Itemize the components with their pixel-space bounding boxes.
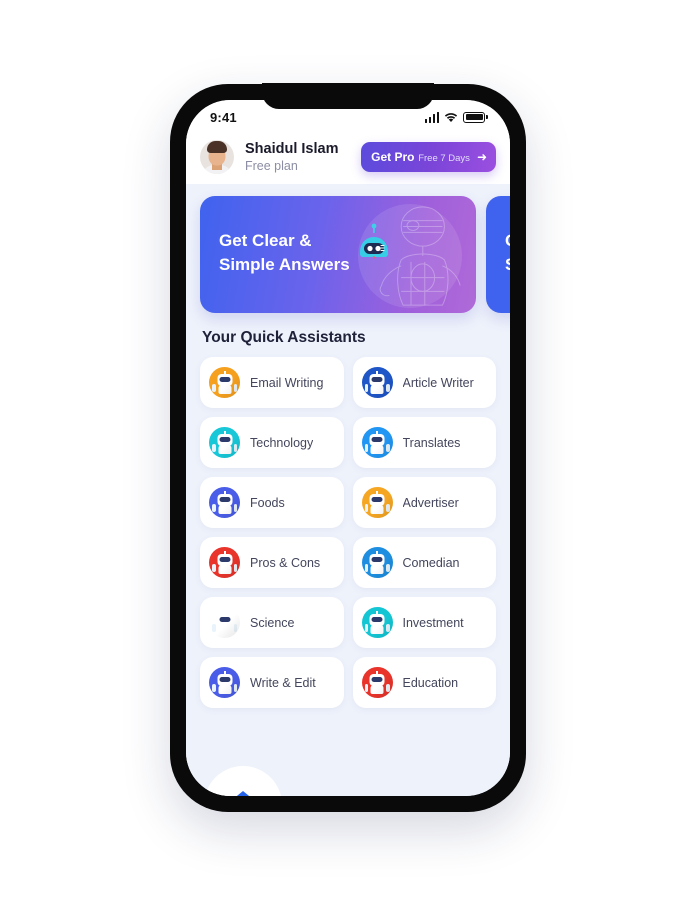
- assistant-card[interactable]: Science: [200, 597, 344, 648]
- robot-avatar-icon: [361, 367, 393, 398]
- arrow-right-icon: ➜: [476, 150, 487, 164]
- assistant-label: Advertiser: [402, 495, 459, 510]
- robot-avatar-icon: [361, 547, 393, 578]
- wifi-icon: [445, 112, 458, 122]
- nav-item-4[interactable]: [435, 780, 471, 796]
- assistant-card[interactable]: Write & Edit: [200, 657, 344, 708]
- assistant-label: Investment: [402, 615, 464, 630]
- get-pro-title: Get Pro: [371, 149, 415, 164]
- banner-carousel[interactable]: Get Clear &Simple Answers GetS: [186, 184, 510, 313]
- assistant-card[interactable]: Foods: [200, 477, 344, 528]
- user-name: Shaidul Islam: [245, 140, 339, 157]
- assistant-label: Email Writing: [250, 375, 324, 390]
- assistant-label: Science: [250, 615, 295, 630]
- robot-avatar-icon: [361, 667, 393, 698]
- status-bar-icons: [424, 111, 488, 123]
- assistant-card[interactable]: Translates: [352, 417, 496, 468]
- status-bar-time: 9:41: [210, 109, 237, 125]
- assistant-card[interactable]: Education: [352, 657, 496, 708]
- promo-banner-secondary[interactable]: GetS: [486, 196, 510, 313]
- section-title: Your Quick Assistants: [202, 329, 366, 346]
- assistant-label: Education: [402, 675, 459, 690]
- assistant-label: Comedian: [402, 555, 460, 570]
- home-icon: [232, 791, 254, 796]
- nav-item-3[interactable]: [365, 780, 401, 796]
- signal-bars-icon: [424, 111, 440, 123]
- quick-assistants-grid: Email Writing Article Writer Technology Tra…: [186, 357, 510, 708]
- avatar[interactable]: [200, 140, 234, 174]
- screenshot-canvas: 9:41 Shaidul Islam Free plan Get Pro Fre…: [0, 0, 700, 900]
- battery-full-icon: [463, 111, 488, 123]
- assistant-card[interactable]: Article Writer: [352, 357, 496, 408]
- robot-avatar-icon: [209, 667, 240, 698]
- assistant-label: Write & Edit: [250, 675, 316, 690]
- nav-items: [186, 766, 510, 796]
- bottom-navigation: [186, 758, 510, 796]
- robot-avatar-icon: [209, 487, 240, 518]
- phone-screen: 9:41 Shaidul Islam Free plan Get Pro Fre…: [186, 100, 510, 796]
- get-pro-subtitle: Free 7 Days: [418, 152, 470, 164]
- assistant-card[interactable]: Investment: [352, 597, 496, 648]
- phone-notch: [262, 83, 434, 109]
- banner-title: Get Clear & Simple Answers: [219, 231, 350, 275]
- robot-avatar-icon: [209, 367, 240, 398]
- robot-avatar-icon: [361, 607, 393, 638]
- robot-avatar-icon: [209, 607, 240, 638]
- user-plan-label: Free plan: [245, 158, 298, 173]
- app-header: Shaidul Islam Free plan Get Pro Free 7 D…: [186, 130, 510, 184]
- assistant-label: Foods: [250, 495, 285, 510]
- robot-avatar-icon: [209, 427, 240, 458]
- promo-banner-primary[interactable]: Get Clear & Simple Answers: [200, 196, 476, 313]
- nav-item-home[interactable]: [225, 780, 261, 796]
- assistant-label: Translates: [402, 435, 461, 450]
- robot-avatar-icon: [209, 547, 240, 578]
- get-pro-button[interactable]: Get Pro Free 7 Days ➜: [361, 141, 496, 173]
- robot-avatar-icon: [361, 427, 393, 458]
- phone-mockup-frame: 9:41 Shaidul Islam Free plan Get Pro Fre…: [170, 83, 526, 812]
- robot-avatar-icon: [361, 487, 393, 518]
- assistant-label: Technology: [250, 435, 314, 450]
- scroll-content[interactable]: Get Clear &Simple Answers GetS Your Quic…: [186, 184, 510, 796]
- assistant-card[interactable]: Pros & Cons: [200, 537, 344, 588]
- assistant-card[interactable]: Advertiser: [352, 477, 496, 528]
- nav-item-2[interactable]: [295, 780, 331, 796]
- assistant-card[interactable]: Email Writing: [200, 357, 344, 408]
- banner-title-secondary: GetS: [505, 229, 510, 277]
- assistant-card[interactable]: Comedian: [352, 537, 496, 588]
- assistant-label: Pros & Cons: [250, 555, 321, 570]
- assistant-label: Article Writer: [402, 375, 474, 390]
- user-info: Shaidul Islam Free plan: [245, 140, 361, 175]
- assistant-card[interactable]: Technology: [200, 417, 344, 468]
